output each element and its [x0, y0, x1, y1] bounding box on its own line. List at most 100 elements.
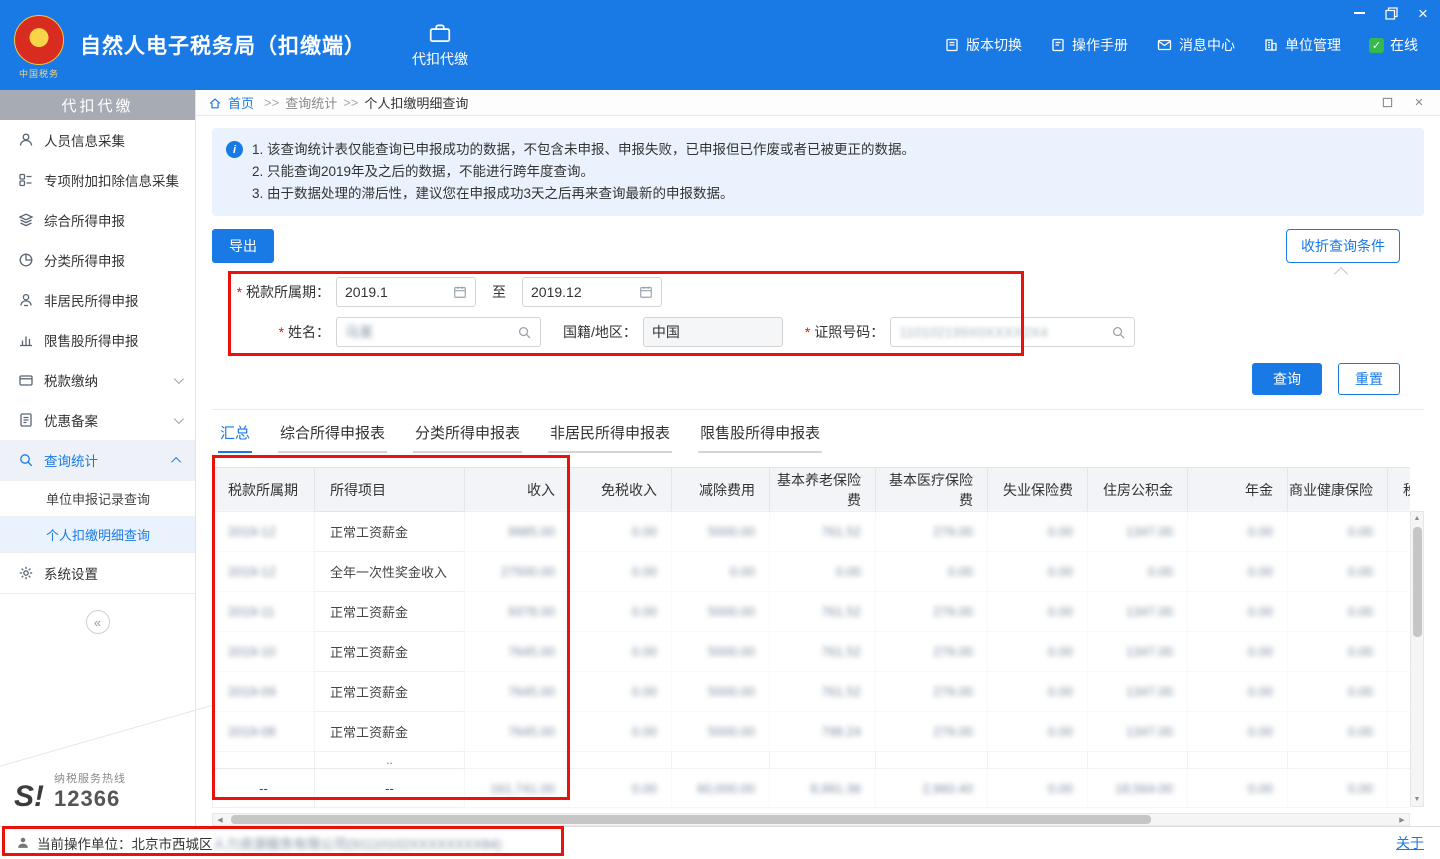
cell-value: 5000.00 [672, 592, 770, 632]
sidebar-collapse-button[interactable]: « [86, 610, 110, 634]
sidebar-subitem-personal-withholding-query[interactable]: 个人扣缴明细查询 [0, 516, 195, 552]
reset-button[interactable]: 重置 [1338, 363, 1400, 395]
scroll-right-arrow[interactable]: ▶ [1395, 816, 1409, 824]
table-row[interactable]: 2019-09 正常工资薪金 7645.00 0.00 5000.00 761.… [213, 672, 1411, 712]
table-row[interactable]: 2019-08 正常工资薪金 7645.00 0.00 5000.00 798.… [213, 712, 1411, 752]
cell-value: 5000.00 [672, 712, 770, 752]
table-row[interactable]: 2019-11 正常工资薪金 9378.00 0.00 5000.00 761.… [213, 592, 1411, 632]
breadcrumb: 首页 >> 查询统计 >> 个人扣缴明细查询 × [196, 90, 1440, 116]
table-row[interactable]: 2019-12 全年一次性奖金收入 27500.00 0.00 0.00 0.0… [213, 552, 1411, 592]
mail-icon [1156, 37, 1173, 53]
logo-caption: 中国税务 [10, 67, 68, 80]
horizontal-scroll-thumb[interactable] [231, 815, 1151, 824]
sidebar-item-nonresident-income[interactable]: 非居民所得申报 [0, 280, 195, 320]
scroll-left-arrow[interactable]: ◀ [213, 816, 227, 824]
person-icon [18, 132, 34, 148]
calendar-icon[interactable] [639, 285, 653, 299]
name-field[interactable]: 马某 [336, 317, 541, 347]
cell-total-value: 0.00 [570, 769, 672, 808]
query-button[interactable]: 查询 [1252, 363, 1322, 395]
nationality-field[interactable] [643, 317, 783, 347]
period-end-field[interactable] [522, 277, 662, 307]
cell-value: 0.00 [988, 592, 1088, 632]
window-restore-button[interactable] [1382, 5, 1400, 21]
horizontal-scrollbar[interactable]: ◀ ▶ [212, 813, 1410, 826]
table-header-row: 税款所属期 所得项目 收入 免税收入 减除费用 基本养老保险费 基本医疗保险费 … [213, 468, 1411, 512]
sidebar-item-label: 专项附加扣除信息采集 [44, 170, 179, 190]
online-status[interactable]: ✓ 在线 [1369, 35, 1418, 55]
cell-item: 正常工资薪金 [315, 512, 465, 552]
breadcrumb-query-statistics[interactable]: 查询统计 [285, 93, 337, 112]
scroll-up-arrow[interactable]: ▲ [1414, 512, 1421, 525]
search-icon[interactable] [1111, 325, 1126, 340]
breadcrumb-separator: >> [343, 95, 358, 110]
wallet-icon [18, 372, 34, 388]
table-row[interactable]: 2019-12 正常工资薪金 9985.00 0.00 5000.00 761.… [213, 512, 1411, 552]
sidebar-item-personnel-info[interactable]: 人员信息采集 [0, 120, 195, 160]
sidebar-item-comprehensive-income[interactable]: 综合所得申报 [0, 200, 195, 240]
period-start-field[interactable] [336, 277, 476, 307]
list-icon [18, 172, 34, 188]
breadcrumb-home[interactable]: 首页 [228, 93, 254, 112]
vertical-scroll-thumb[interactable] [1413, 527, 1422, 637]
search-icon[interactable] [517, 325, 532, 340]
calendar-icon[interactable] [453, 285, 467, 299]
window-minimize-button[interactable] [1350, 5, 1368, 21]
sidebar-item-classified-income[interactable]: 分类所得申报 [0, 240, 195, 280]
tab-nonresident-income[interactable]: 非居民所得申报表 [548, 418, 672, 453]
col-header-income: 收入 [465, 468, 570, 512]
tab-close-icon[interactable]: × [1410, 95, 1428, 111]
cell-value: 5000.00 [672, 632, 770, 672]
tab-classified-income[interactable]: 分类所得申报表 [413, 418, 522, 453]
period-end-input[interactable] [531, 284, 633, 300]
nationality-input[interactable] [652, 324, 774, 340]
sidebar-item-special-deduction[interactable]: 专项附加扣除信息采集 [0, 160, 195, 200]
cell-period: 2019-12 [213, 552, 315, 592]
cell-value: 279.00 [876, 592, 988, 632]
tab-restore-icon[interactable] [1378, 95, 1396, 111]
table-row-clipped: .. [213, 752, 1411, 769]
scroll-down-arrow[interactable]: ▼ [1414, 793, 1421, 806]
export-button[interactable]: 导出 [212, 229, 274, 263]
module-tab-withholding[interactable]: 代扣代缴 [412, 22, 468, 69]
cell-value: 279.00 [876, 712, 988, 752]
cell-period: 2019-11 [213, 592, 315, 632]
collapse-query-button[interactable]: 收折查询条件 [1286, 229, 1400, 263]
table-row[interactable]: 2019-10 正常工资薪金 7645.00 0.00 5000.00 761.… [213, 632, 1411, 672]
cell-period: 2019-09 [213, 672, 315, 712]
sidebar-item-query-statistics[interactable]: 查询统计 [0, 440, 195, 480]
cell-value: 7645.00 [465, 672, 570, 712]
sidebar-item-tax-payment[interactable]: 税款缴纳 [0, 360, 195, 400]
cell-item: 正常工资薪金 [315, 592, 465, 632]
notice-line: 2. 只能查询2019年及之后的数据，不能进行跨年度查询。 [252, 161, 1408, 183]
tab-restricted-shares[interactable]: 限售股所得申报表 [698, 418, 822, 453]
cell-value: 0.00 [770, 552, 876, 592]
period-label: 税款所属期： [212, 282, 330, 302]
sidebar-item-preference-filing[interactable]: 优惠备案 [0, 400, 195, 440]
manual-link[interactable]: 操作手册 [1050, 35, 1128, 55]
sidebar-item-restricted-shares[interactable]: 限售股所得申报 [0, 320, 195, 360]
sidebar-subitem-unit-declaration-query[interactable]: 单位申报记录查询 [0, 480, 195, 516]
cell-value: 0.00 [988, 712, 1088, 752]
id-number-field[interactable]: 110102199X0XXXX2X4 [890, 317, 1135, 347]
hotline: S! 纳税服务热线 12366 [14, 770, 126, 812]
cell-value: 0.00 [1188, 632, 1288, 672]
about-link[interactable]: 关于 [1396, 833, 1424, 853]
col-header-tax-clipped: 税 [1388, 468, 1411, 512]
tab-comprehensive-income[interactable]: 综合所得申报表 [278, 418, 387, 453]
home-icon [208, 96, 222, 110]
tab-summary[interactable]: 汇总 [218, 418, 252, 453]
vertical-scrollbar[interactable]: ▲ ▼ [1410, 511, 1424, 807]
version-switch-link[interactable]: 版本切换 [944, 35, 1022, 55]
sidebar-header: 代扣代缴 [0, 90, 195, 120]
online-check-icon: ✓ [1369, 38, 1384, 53]
message-center-link[interactable]: 消息中心 [1156, 35, 1235, 55]
window-close-button[interactable]: × [1414, 5, 1432, 21]
sidebar-subitem-label: 单位申报记录查询 [46, 489, 150, 508]
sidebar-item-system-settings[interactable]: 系统设置 [0, 553, 195, 593]
period-start-input[interactable] [345, 284, 447, 300]
cell-item: 正常工资薪金 [315, 712, 465, 752]
breadcrumb-current: 个人扣缴明细查询 [364, 93, 468, 112]
cell-value: 0 [1388, 632, 1411, 672]
unit-management-link[interactable]: 单位管理 [1263, 35, 1341, 55]
